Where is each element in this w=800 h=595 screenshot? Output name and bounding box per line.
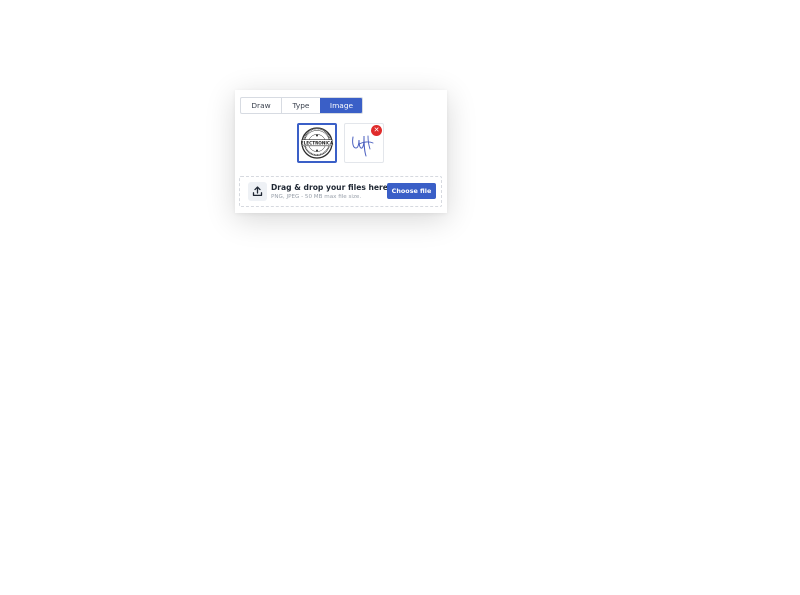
signature-mode-tabs: Draw Type Image	[240, 97, 363, 114]
file-dropzone[interactable]: Drag & drop your files here PNG, JPEG - …	[239, 176, 442, 207]
close-icon: ✕	[373, 126, 380, 134]
stamp-label: ELECTRONICA	[301, 140, 334, 145]
remove-signature-button[interactable]: ✕	[371, 125, 382, 136]
tab-draw[interactable]: Draw	[241, 98, 282, 113]
dropzone-hint: PNG, JPEG - 50 MB max file size.	[271, 193, 362, 200]
tab-image[interactable]: Image	[320, 98, 362, 113]
dropzone-title: Drag & drop your files here	[271, 183, 388, 192]
tab-type[interactable]: Type	[282, 98, 320, 113]
upload-icon	[248, 182, 267, 201]
stamp-thumbnail[interactable]: ELECTRONICA	[297, 123, 337, 163]
signature-panel: Draw Type Image ELECTRONICA ✕ Drag & dro…	[235, 90, 447, 213]
choose-file-button[interactable]: Choose file	[387, 183, 436, 199]
stamp-image: ELECTRONICA	[301, 127, 334, 159]
